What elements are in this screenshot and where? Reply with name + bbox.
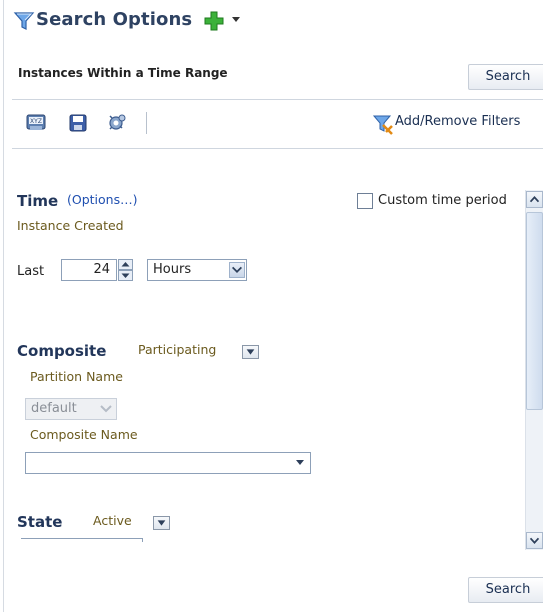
chevron-down-icon[interactable] xyxy=(229,262,245,278)
state-dropdown-icon[interactable] xyxy=(153,516,170,530)
left-border xyxy=(3,0,4,612)
partition-name-value: default xyxy=(31,401,77,416)
state-heading: State xyxy=(17,513,63,531)
scroll-up-icon[interactable] xyxy=(526,191,543,208)
add-remove-filters-link[interactable]: Add/Remove Filters xyxy=(395,114,520,129)
toolbar-separator xyxy=(146,112,147,134)
section-title: Instances Within a Time Range xyxy=(18,66,228,80)
time-options-link[interactable]: (Options…) xyxy=(67,192,137,207)
time-unit-select[interactable]: Hours xyxy=(147,259,247,281)
time-heading: Time xyxy=(17,192,59,210)
divider xyxy=(12,148,543,149)
settings-icon[interactable] xyxy=(107,113,127,133)
partition-name-select: default xyxy=(25,398,117,420)
time-unit-value: Hours xyxy=(153,262,192,277)
page-title: Search Options xyxy=(36,9,193,30)
search-button-bottom[interactable]: Search xyxy=(468,577,543,603)
partition-name-label: Partition Name xyxy=(30,369,123,384)
dropdown-arrow-icon[interactable] xyxy=(292,456,308,470)
state-list-edge xyxy=(21,538,143,542)
funnel-icon xyxy=(13,12,35,30)
custom-time-period-label: Custom time period xyxy=(378,193,507,208)
spinner-icon[interactable] xyxy=(118,259,133,281)
composite-name-label: Composite Name xyxy=(30,427,138,442)
last-label: Last xyxy=(17,264,45,279)
chevron-down-icon xyxy=(100,405,112,413)
custom-time-period-checkbox[interactable] xyxy=(357,193,373,209)
green-plus-icon[interactable] xyxy=(204,11,224,31)
scrollbar-thumb[interactable] xyxy=(526,212,543,410)
search-button-top[interactable]: Search xyxy=(468,64,543,90)
composite-mode-value: Participating xyxy=(138,342,217,357)
state-value: Active xyxy=(93,513,132,528)
add-remove-filter-icon[interactable] xyxy=(372,113,394,135)
composite-heading: Composite xyxy=(17,342,107,360)
scroll-down-icon[interactable] xyxy=(526,532,543,549)
last-value-input[interactable]: 24 xyxy=(61,259,117,281)
composite-name-select[interactable] xyxy=(25,452,311,474)
svg-text:XYZ: XYZ xyxy=(30,118,42,125)
xml-query-icon[interactable]: XYZ xyxy=(26,113,46,133)
divider xyxy=(12,99,543,100)
instance-created-label: Instance Created xyxy=(17,218,124,233)
dropdown-arrow-icon[interactable] xyxy=(232,17,240,23)
composite-mode-dropdown-icon[interactable] xyxy=(242,345,259,359)
save-icon[interactable] xyxy=(68,113,88,133)
